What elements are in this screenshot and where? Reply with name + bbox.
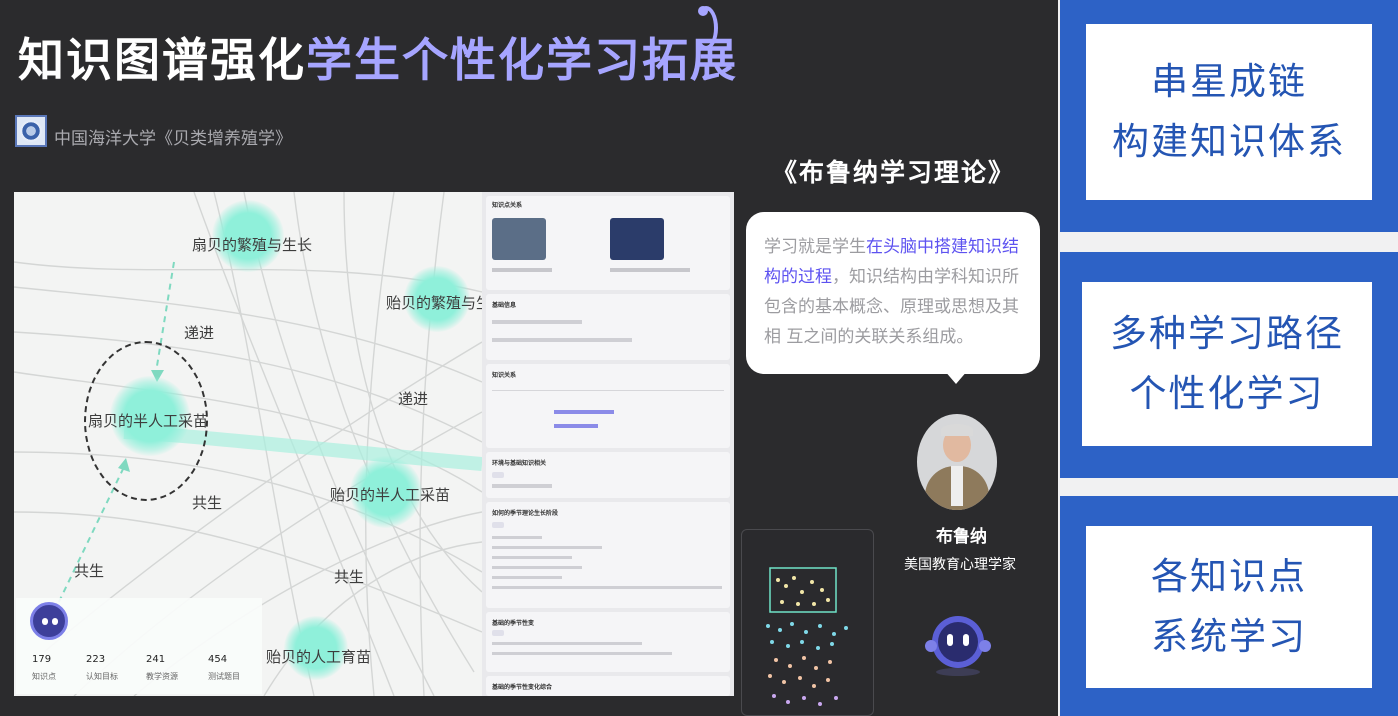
node-label: 扇贝的繁殖与生长 [192, 236, 313, 254]
detail-text-line [492, 338, 632, 342]
stat-value: 454 [208, 654, 228, 665]
quote-bubble-tail [944, 370, 968, 384]
feature-card-line: 多种学习路径 [1110, 312, 1344, 355]
feature-card: 串星成链 构建知识体系 [1060, 0, 1398, 232]
detail-text-line [492, 642, 642, 645]
detail-text-line [492, 390, 724, 391]
school-logo [15, 115, 47, 147]
detail-section: 知识关系 [486, 364, 730, 448]
quote-start: 学习就是学生 [764, 237, 866, 257]
detail-text-line [492, 652, 672, 655]
node-label: 贻贝的人工育苗 [266, 648, 372, 666]
detail-link[interactable] [554, 424, 598, 428]
detail-panel[interactable]: 知识点关系 基础信息 知识关系 环境与基础知识相关 如何的季节理论生长阶段 基础… [482, 192, 734, 696]
bruner-role: 美国教育心理学家 [904, 557, 1016, 573]
detail-section: 基础信息 [486, 294, 730, 360]
detail-text-line [492, 268, 552, 272]
page-title: 知识图谱强化学生个性化学习拓展 [18, 24, 738, 90]
edge-label: 共生 [74, 562, 105, 580]
feature-card-body: 多种学习路径 个性化学习 [1082, 282, 1372, 446]
detail-heading: 基础的季节性变化综合 [492, 684, 553, 691]
edge-label: 共生 [192, 494, 223, 512]
stat-value: 179 [32, 654, 52, 665]
node-label: 贻贝的半人工采苗 [330, 486, 451, 504]
stat-label: 认知目标 [86, 672, 118, 681]
school-name: 中国海洋大学《贝类增养殖学》 [54, 129, 292, 149]
detail-section: 环境与基础知识相关 [486, 452, 730, 498]
edge-label: 递进 [398, 390, 429, 408]
detail-section: 知识点关系 [486, 196, 730, 290]
detail-heading: 如何的季节理论生长阶段 [492, 510, 559, 517]
detail-section: 如何的季节理论生长阶段 [486, 502, 730, 608]
stat-label: 知识点 [32, 672, 56, 681]
stat-label: 教学资源 [146, 672, 178, 681]
stat-value: 241 [146, 654, 166, 665]
theory-title: 《布鲁纳学习理论》 [772, 158, 1016, 187]
title-purple-part: 学生个性化学习拓展 [306, 33, 738, 87]
feature-card: 各知识点 系统学习 [1060, 496, 1398, 716]
feature-card-line: 个性化学习 [1129, 372, 1325, 415]
feature-card-body: 串星成链 构建知识体系 [1086, 24, 1372, 200]
stat-label: 测试题目 [208, 672, 240, 681]
detail-text-line [492, 556, 572, 559]
mini-graph-dots [766, 567, 848, 706]
detail-heading: 知识点关系 [492, 202, 523, 209]
detail-tag [492, 522, 504, 528]
bruner-portrait [917, 414, 997, 510]
focus-ring [84, 341, 208, 501]
detail-tag [492, 630, 504, 636]
detail-heading: 基础的季节性变 [492, 620, 535, 627]
detail-text-line [492, 586, 722, 589]
stat-value: 223 [86, 654, 106, 665]
resource-thumbnail[interactable] [492, 218, 546, 260]
feature-card-line: 构建知识体系 [1112, 120, 1346, 163]
robot-mascot-icon [30, 602, 68, 640]
detail-heading: 环境与基础知识相关 [492, 460, 547, 467]
detail-text-line [610, 268, 690, 272]
robot-mascot-icon [925, 616, 991, 676]
bruner-name: 布鲁纳 [936, 527, 987, 547]
feature-card-line: 各知识点 [1151, 555, 1307, 598]
detail-text-line [492, 576, 562, 579]
detail-section: 基础的季节性变 [486, 612, 730, 672]
feature-card: 多种学习路径 个性化学习 [1060, 252, 1398, 478]
detail-text-line [492, 536, 542, 539]
edge-label: 共生 [334, 568, 365, 586]
detail-heading: 知识关系 [492, 372, 517, 379]
resource-thumbnail[interactable] [610, 218, 664, 260]
quote-text: 学习就是学生在头脑中搭建知识结构的过程，知识结构由学科知识所包含的基本概念、原理… [764, 232, 1026, 352]
feature-card-line: 系统学习 [1151, 615, 1307, 658]
detail-text-line [492, 546, 602, 549]
title-white-part: 知识图谱强化 [18, 33, 306, 87]
detail-tag [492, 472, 504, 478]
detail-section: 基础的季节性变化综合 [486, 676, 730, 696]
feature-card-body: 各知识点 系统学习 [1086, 526, 1372, 688]
detail-text-line [492, 484, 552, 488]
mini-graph-panel [741, 529, 874, 716]
detail-link[interactable] [554, 410, 614, 414]
edge-label: 递进 [184, 324, 215, 342]
node-label: 贻贝的繁殖与生 [386, 294, 482, 312]
detail-text-line [492, 566, 582, 569]
feature-card-line: 串星成链 [1151, 60, 1307, 103]
detail-text-line [492, 320, 582, 324]
detail-heading: 基础信息 [492, 302, 517, 309]
title-decoration-dot [698, 6, 708, 16]
